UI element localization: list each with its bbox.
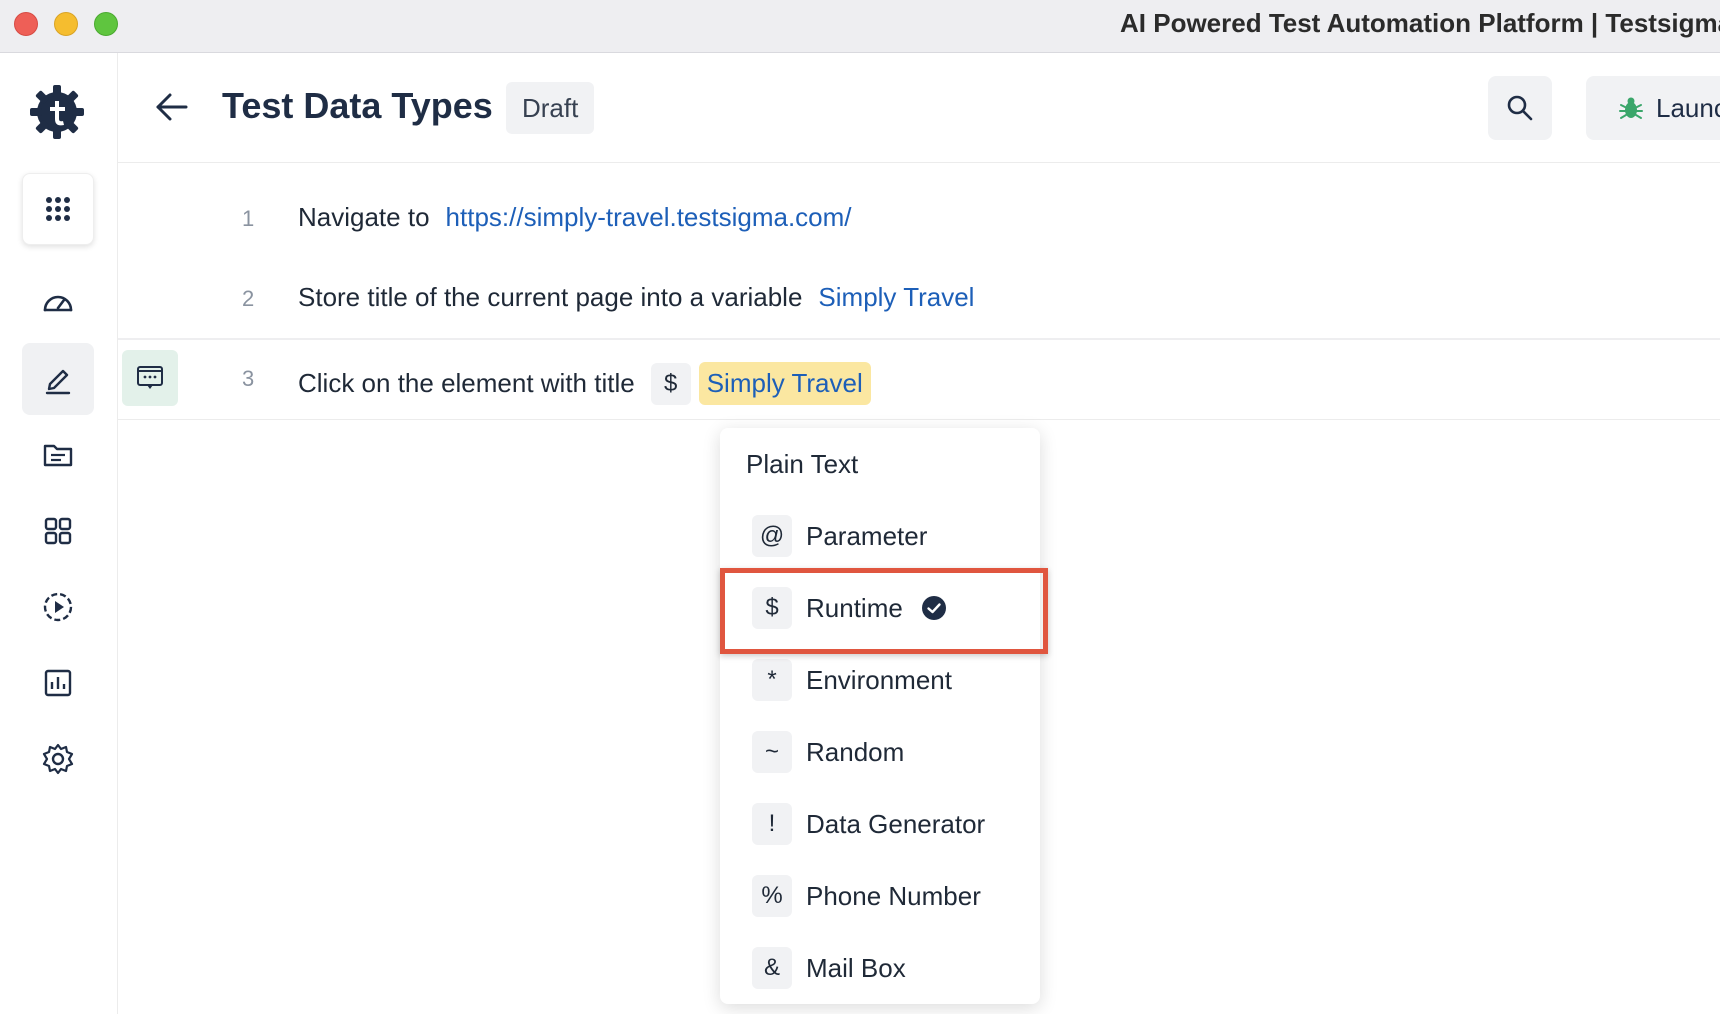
type-symbol: $ [752, 587, 792, 629]
step-type-indicator[interactable] [122, 350, 178, 406]
sidebar-item-apps[interactable] [22, 173, 94, 245]
dropdown-item-parameter[interactable]: @ Parameter [720, 506, 1040, 566]
dropdown-item-plain-text[interactable]: Plain Text [720, 434, 1040, 494]
dropdown-item-label: Data Generator [806, 808, 986, 839]
dropdown-item-label: Random [806, 736, 905, 767]
type-symbol: ! [752, 803, 792, 845]
dropdown-item-random[interactable]: ~ Random [720, 722, 1040, 782]
testsigma-logo[interactable] [28, 83, 86, 141]
type-symbol: & [752, 947, 792, 989]
sidebar-item-reports[interactable] [22, 647, 94, 719]
minimize-window-button[interactable] [54, 12, 78, 36]
bar-chart-icon [44, 669, 72, 697]
arrow-left-icon [156, 93, 188, 121]
step-number: 1 [242, 206, 255, 231]
test-step-1[interactable]: 1 Navigate to https://simply-travel.test… [118, 180, 1720, 260]
sidebar-item-runs[interactable] [22, 571, 94, 643]
sidebar-item-test-cases[interactable] [22, 419, 94, 491]
search-icon [1507, 95, 1533, 121]
launch-button[interactable]: Launch [1586, 76, 1720, 140]
dropdown-item-mail-box[interactable]: & Mail Box [720, 938, 1040, 998]
dropdown-item-label: Parameter [806, 520, 928, 551]
sidebar-item-settings[interactable] [22, 723, 94, 795]
window-titlebar: AI Powered Test Automation Platform | Te… [0, 0, 1720, 53]
step-action-text: Store title of the current page into a v… [298, 282, 803, 312]
step-action-text: Click on the element with title [298, 368, 635, 398]
element-action-icon [137, 366, 163, 389]
search-button[interactable] [1488, 76, 1552, 140]
sidebar [0, 53, 118, 1014]
dropdown-item-phone-number[interactable]: % Phone Number [720, 866, 1040, 926]
dropdown-item-label: Plain Text [746, 448, 859, 479]
dropdown-item-label: Runtime [806, 592, 903, 623]
step-action-text: Navigate to [298, 202, 430, 232]
maximize-window-button[interactable] [94, 12, 118, 36]
speedometer-icon [43, 295, 73, 312]
window-title: AI Powered Test Automation Platform | Te… [1120, 8, 1720, 38]
gear-logo-icon [30, 85, 84, 139]
play-circle-icon [43, 592, 73, 622]
gear-icon [42, 743, 74, 775]
launch-button-label: Launch [1656, 92, 1720, 123]
type-symbol: * [752, 659, 792, 701]
dropdown-item-data-generator[interactable]: ! Data Generator [720, 794, 1040, 854]
dropdown-item-environment[interactable]: * Environment [720, 650, 1040, 710]
step-number: 3 [242, 366, 255, 391]
test-data-type-dropdown: Plain Text @ Parameter $ Runtime * Envir… [720, 428, 1040, 1004]
test-data-type-selector[interactable]: $ [650, 362, 691, 405]
type-symbol: ~ [752, 731, 792, 773]
sidebar-item-modules[interactable] [22, 495, 94, 567]
step-number: 2 [242, 286, 255, 311]
pencil-icon [45, 369, 71, 395]
step-test-data[interactable]: https://simply-travel.testsigma.com/ [446, 202, 852, 233]
check-circle-icon [921, 596, 946, 620]
type-symbol: @ [752, 515, 792, 557]
four-squares-icon [44, 517, 72, 545]
sidebar-item-create[interactable] [22, 343, 94, 415]
dropdown-item-label: Phone Number [806, 880, 981, 911]
test-step-2[interactable]: 2 Store title of the current page into a… [118, 260, 1720, 340]
bug-icon [1619, 97, 1643, 119]
status-badge: Draft [506, 82, 595, 134]
type-symbol: % [752, 875, 792, 917]
sidebar-item-dashboard[interactable] [22, 267, 94, 339]
grid-dots-icon [46, 197, 70, 221]
folder-icon [43, 444, 73, 467]
back-button[interactable] [152, 87, 192, 127]
dropdown-item-runtime[interactable]: $ Runtime [720, 578, 1040, 638]
dropdown-item-label: Mail Box [806, 952, 906, 983]
close-window-button[interactable] [14, 12, 38, 36]
test-step-3[interactable]: 3 Click on the element with title $ Simp… [118, 340, 1720, 420]
step-test-data-value[interactable]: Simply Travel [698, 362, 871, 405]
step-variable-name[interactable]: Simply Travel [818, 282, 974, 313]
page-header: Test Data Types Draft Launch [118, 53, 1720, 163]
dropdown-item-label: Environment [806, 664, 952, 695]
page-title: Test Data Types [222, 85, 493, 126]
